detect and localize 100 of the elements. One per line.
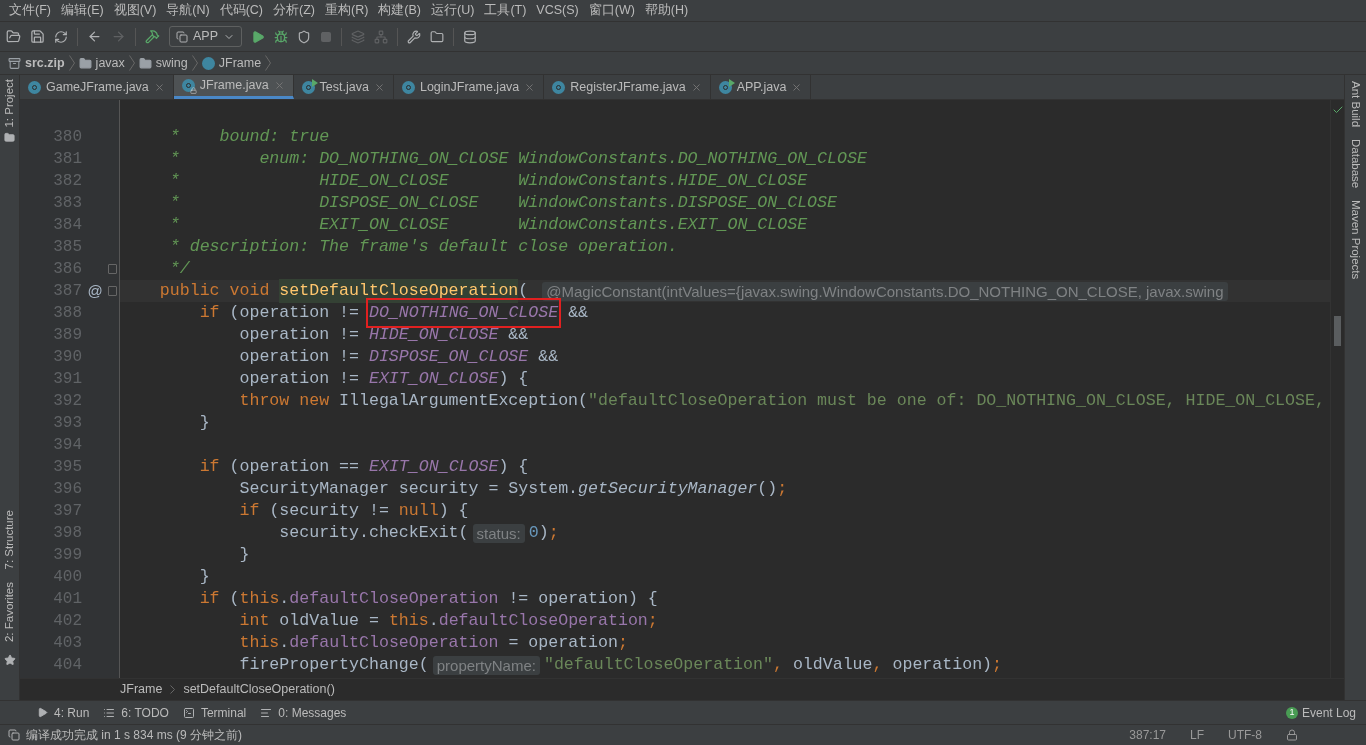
code-token: ) { [438, 499, 469, 522]
database-icon[interactable] [463, 29, 477, 44]
tool-window-button[interactable]: 7: Structure [0, 510, 19, 570]
tool-window-button[interactable]: Terminal [175, 703, 254, 722]
menu-item[interactable]: 分析(Z) [268, 1, 320, 20]
code-token: && [567, 301, 589, 324]
event-log-button[interactable]: 1 Event Log [1285, 703, 1356, 722]
menu-item[interactable]: 视图(V) [108, 1, 162, 20]
menu-item[interactable]: 导航(N) [161, 1, 215, 20]
code-token: && [537, 345, 559, 368]
code-token: * DISPOSE_ON_CLOSE WindowConstants.DISPOSE_ON_CLOSE [168, 191, 837, 214]
breadcrumb-item[interactable]: swing [155, 53, 188, 73]
code-token: = operation [507, 631, 618, 654]
play-icon [37, 707, 48, 718]
editor-tab[interactable]: GameJFrame.java [20, 75, 174, 99]
tool-window-button[interactable]: 4: Run [30, 703, 97, 722]
close-icon[interactable] [791, 81, 803, 93]
menu-item[interactable]: 窗口(W) [583, 1, 640, 20]
code-token: this [388, 609, 429, 632]
bug-icon[interactable] [274, 29, 288, 44]
tool-window-button[interactable]: Maven Projects [1346, 200, 1365, 280]
tool-window-button[interactable]: 2: Favorites [0, 581, 19, 642]
chevron-icon [128, 55, 135, 71]
breadcrumb-item[interactable]: javax [95, 53, 125, 73]
code-token: operation) [892, 653, 993, 676]
code-token: EXIT_ON_CLOSE [368, 455, 499, 478]
breadcrumb-item[interactable]: JFrame [120, 680, 163, 699]
close-icon[interactable] [690, 81, 702, 93]
code-token: () [757, 477, 778, 500]
menu-item[interactable]: VCS(S) [531, 1, 584, 20]
settings-icon[interactable] [407, 29, 421, 44]
code-token: throw new [238, 389, 331, 412]
editor-tab[interactable]: APP.java [710, 75, 812, 99]
menu-item[interactable]: 编辑(E) [55, 1, 109, 20]
run-configuration-dropdown[interactable]: APP [169, 26, 242, 47]
chevron-icon [170, 685, 176, 694]
menu-item[interactable]: 文件(F) [4, 1, 56, 20]
star-icon[interactable] [3, 654, 16, 666]
terminal-icon [182, 706, 195, 719]
messages-icon [260, 706, 273, 719]
save-icon[interactable] [30, 29, 45, 44]
code-token: */ [168, 257, 190, 280]
menu-item[interactable]: 工具(T) [479, 1, 532, 20]
editor-tab[interactable]: LoginJFrame.java [393, 75, 545, 99]
close-icon[interactable] [373, 81, 385, 93]
chevron-icon [265, 55, 272, 71]
tab-label: APP.java [736, 78, 787, 96]
code-token: firePropertyChange( [238, 653, 429, 676]
line-separator[interactable]: LF [1190, 726, 1204, 744]
close-icon[interactable] [153, 81, 165, 93]
code-token: != operation) { [507, 587, 658, 610]
breadcrumb-item[interactable]: src.zip [25, 53, 65, 73]
window-icon [176, 30, 188, 43]
code-token: oldValue [792, 653, 873, 676]
tool-window-button[interactable]: Ant Build [1346, 81, 1365, 128]
scrollbar-thumb[interactable] [1334, 316, 1341, 346]
code-token: * description: The frame's default close operation. [168, 235, 678, 258]
code-token: ; [548, 521, 559, 544]
class-icon [401, 80, 415, 94]
code-token: this [238, 631, 280, 654]
sync-icon[interactable] [54, 29, 68, 44]
menu-item[interactable]: 代码(C) [214, 1, 269, 20]
close-icon[interactable] [524, 81, 536, 93]
code-token: 0 [528, 521, 539, 544]
code-token: "defaultCloseOperation" [543, 653, 773, 676]
breadcrumb-item[interactable]: setDefaultCloseOperation() [183, 680, 335, 699]
editor-tab[interactable]: RegisterJFrame.java [544, 75, 711, 99]
tool-window-button[interactable]: 1: Project [0, 79, 21, 128]
editor-tab[interactable]: JFrame.java [173, 75, 294, 99]
caret-position[interactable]: 387:17 [1129, 726, 1166, 744]
code-token: } [238, 543, 250, 566]
editor-tab[interactable]: Test.java [293, 75, 394, 99]
menu-item[interactable]: 构建(B) [373, 1, 427, 20]
archive-icon [8, 56, 21, 70]
code-token: (operation != [229, 301, 360, 324]
hammer-icon[interactable] [145, 29, 160, 44]
breadcrumb-item[interactable]: JFrame [218, 53, 262, 73]
code-token: ) [538, 521, 549, 544]
tool-window-button[interactable]: 0: Messages [253, 703, 354, 722]
run-icon[interactable] [251, 29, 265, 44]
folder-icon [78, 56, 92, 70]
code-token: oldValue = [279, 609, 380, 632]
tool-window-button[interactable]: Database [1346, 139, 1365, 189]
code-token: ; [617, 631, 628, 654]
code-token: setDefaultCloseOperation [279, 278, 519, 304]
back-icon[interactable] [87, 29, 102, 44]
parameter-hint: status: [472, 523, 525, 543]
file-encoding[interactable]: UTF-8 [1228, 726, 1262, 744]
open-folder-icon[interactable] [6, 29, 21, 44]
tool-window-button[interactable]: 6: TODO [96, 703, 176, 722]
menu-item[interactable]: 帮助(H) [639, 1, 694, 20]
lock-icon[interactable] [1286, 729, 1298, 741]
menu-item[interactable]: 重构(R) [320, 1, 374, 20]
code-token: HIDE_ON_CLOSE [368, 323, 499, 346]
code-token: DISPOSE_ON_CLOSE [368, 345, 529, 368]
code-token: . [279, 587, 290, 610]
code-token: if [198, 455, 221, 478]
tab-label: GameJFrame.java [46, 78, 149, 96]
list-icon [103, 706, 116, 719]
menu-item[interactable]: 运行(U) [426, 1, 480, 20]
